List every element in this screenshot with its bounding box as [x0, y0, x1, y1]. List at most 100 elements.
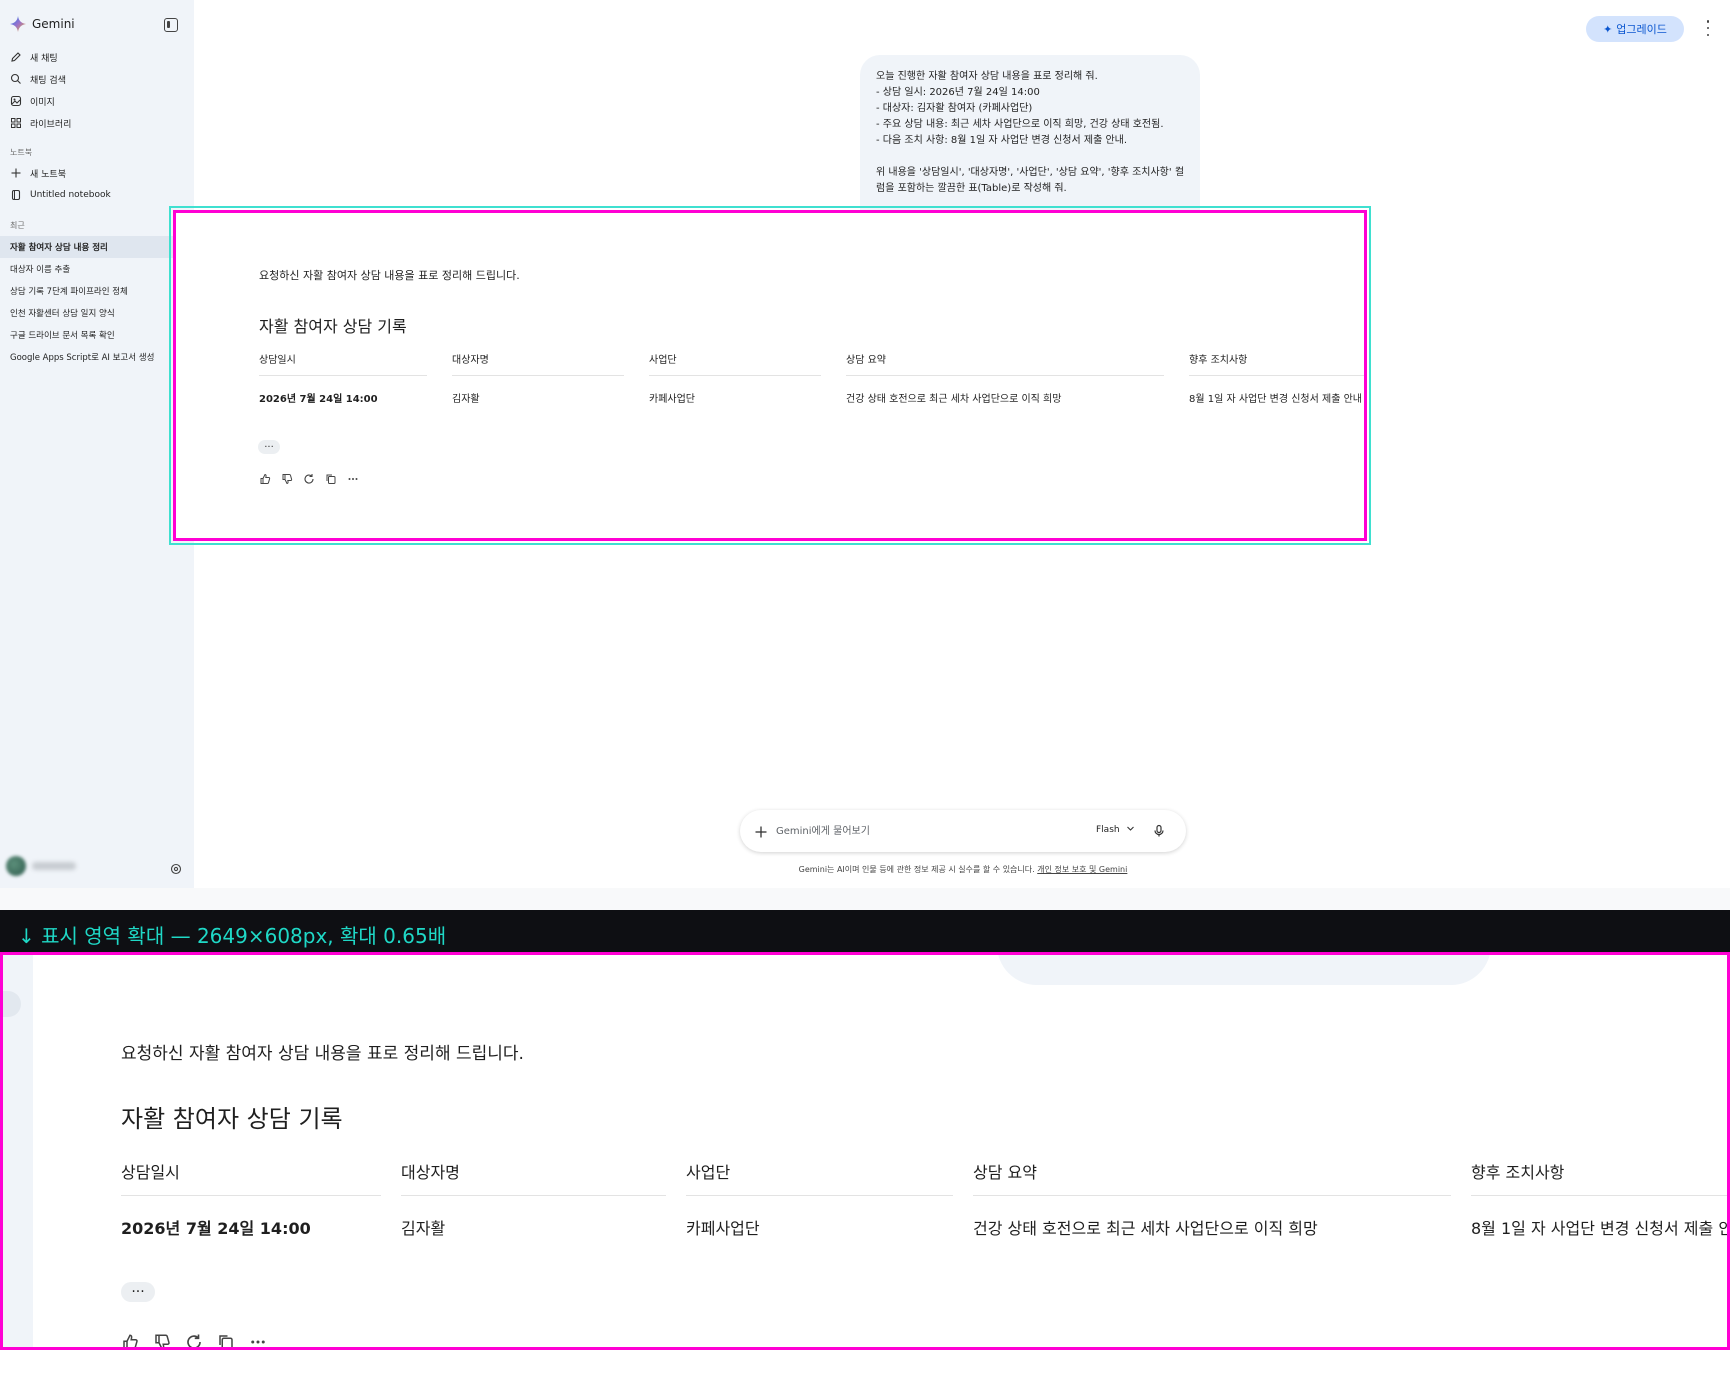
recent-chats: 자활 참여자 상담 내용 정리 대상자 이름 추출 상담 기록 7단계 파이프라…	[0, 236, 186, 368]
thumbs-up-icon[interactable]	[259, 473, 271, 485]
notebook-icon	[10, 189, 22, 201]
response-heading: 자활 참여자 상담 기록	[259, 317, 407, 336]
microphone-icon[interactable]	[1152, 823, 1166, 837]
zoom-table-more-button[interactable]: ···	[121, 1282, 155, 1302]
sidebar-toggle-icon[interactable]	[164, 18, 178, 32]
zoomed-detail-panel: 요청하신 자활 참여자 상담 내용을 표로 정리해 드립니다. 자활 참여자 상…	[0, 952, 1730, 1350]
regenerate-icon[interactable]	[303, 473, 315, 485]
account-area[interactable]	[6, 856, 76, 876]
nav-images[interactable]: 이미지	[10, 90, 186, 112]
copy-icon[interactable]	[325, 473, 337, 485]
recent-chat-item[interactable]: 자활 참여자 상담 내용 정리	[0, 236, 186, 258]
nav-label: Untitled notebook	[30, 190, 111, 200]
disclaimer-text: Gemini는 AI이며 인물 등에 관한 정보 제공 시 실수를 할 수 있습…	[798, 865, 1038, 874]
nav-new-chat[interactable]: 새 채팅	[10, 46, 186, 68]
nav-label: 새 채팅	[30, 53, 58, 64]
recent-section-label: 최근	[10, 221, 25, 230]
model-selector[interactable]: Flash	[1096, 824, 1135, 836]
zoom-table-header: 사업단	[686, 1163, 731, 1182]
sidebar: Gemini 새 채팅 채팅 검색 이미지 라이브러리 노트북 새 노트북 Un…	[0, 0, 194, 888]
table-divider	[1189, 375, 1364, 376]
nav-search-chats[interactable]: 채팅 검색	[10, 68, 186, 90]
recent-chat-item[interactable]: 인천 자활센터 상담 일지 양식	[0, 302, 186, 324]
thumbs-down-icon[interactable]	[153, 1333, 171, 1347]
zoom-table-divider	[686, 1195, 953, 1196]
table-cell: 2026년 7월 24일 14:00	[259, 394, 378, 405]
zoom-table-header: 대상자명	[401, 1163, 460, 1182]
table-divider	[259, 375, 427, 376]
notebook-section-label: 노트북	[10, 148, 33, 157]
zoom-table-divider	[1471, 1195, 1727, 1196]
thumbs-up-icon[interactable]	[121, 1333, 139, 1347]
page-bottom	[0, 1350, 1730, 1373]
table-divider	[452, 375, 624, 376]
more-horizontal-icon[interactable]	[249, 1333, 267, 1347]
zoom-table-cell: 건강 상태 호전으로 최근 세차 사업단으로 이직 희망	[973, 1219, 1318, 1238]
zoom-banner-label: ↓ 표시 영역 확대 — 2649×608px, 확대 0.65배	[18, 924, 447, 948]
brand[interactable]: Gemini	[10, 16, 75, 32]
search-icon	[10, 73, 22, 85]
table-header: 향후 조치사항	[1189, 355, 1248, 366]
avatar[interactable]	[6, 856, 26, 876]
zoom-user-bubble-edge	[997, 955, 1491, 985]
prompt-input[interactable]	[776, 820, 1076, 842]
nav-label: 이미지	[30, 97, 55, 108]
gemini-spark-icon	[10, 16, 26, 32]
zoom-table-cell: 8월 1일 자 사업단 변경 신청서 제출 안내	[1471, 1219, 1730, 1238]
table-header: 상담 요약	[846, 355, 886, 366]
zoom-response-actions	[121, 1333, 267, 1347]
zoom-table-header: 향후 조치사항	[1471, 1163, 1565, 1182]
table-cell: 김자활	[452, 394, 480, 405]
recent-chat-item[interactable]: 구글 드라이브 문서 목록 확인	[0, 324, 186, 346]
more-options-icon[interactable]	[1704, 20, 1712, 36]
model-response: 요청하신 자활 참여자 상담 내용을 표로 정리해 드립니다. 자활 참여자 상…	[173, 210, 1367, 541]
zoom-table-cell: 카페사업단	[686, 1219, 760, 1238]
zoom-table-header: 상담 요약	[973, 1163, 1037, 1182]
nav-library[interactable]: 라이브러리	[10, 112, 186, 134]
prompt-input-box: Flash	[740, 810, 1186, 852]
add-attachment-icon[interactable]	[754, 824, 768, 838]
zoom-table-cell: 김자활	[401, 1219, 446, 1238]
zoom-table-header: 상담일시	[121, 1163, 180, 1182]
library-icon	[10, 117, 22, 129]
zoom-table-divider	[401, 1195, 666, 1196]
table-cell: 카페사업단	[649, 394, 695, 405]
more-horizontal-icon[interactable]	[347, 473, 359, 485]
nav-untitled-notebook[interactable]: Untitled notebook	[10, 184, 186, 206]
nav-new-notebook[interactable]: 새 노트북	[10, 162, 186, 184]
zoom-sidebar-edge	[3, 955, 33, 1347]
regenerate-icon[interactable]	[185, 1333, 203, 1347]
nav-label: 채팅 검색	[30, 75, 66, 86]
brand-name: Gemini	[32, 17, 75, 31]
nav-label: 새 노트북	[30, 169, 66, 180]
nav-label: 라이브러리	[30, 119, 72, 130]
zoom-banner: ↓ 표시 영역 확대 — 2649×608px, 확대 0.65배	[0, 910, 1730, 952]
upgrade-label: 업그레이드	[1616, 23, 1667, 36]
zoom-table-divider	[121, 1195, 381, 1196]
recent-chat-item[interactable]: 대상자 이름 추출	[0, 258, 186, 280]
user-message-bubble: 오늘 진행한 자활 참여자 상담 내용을 표로 정리해 줘. - 상담 일시: …	[860, 55, 1200, 230]
table-more-button[interactable]: ···	[258, 440, 280, 454]
model-label: Flash	[1096, 825, 1120, 835]
response-intro: 요청하신 자활 참여자 상담 내용을 표로 정리해 드립니다.	[259, 269, 520, 282]
response-actions	[259, 473, 359, 485]
upgrade-button[interactable]: ✦ 업그레이드	[1586, 16, 1684, 42]
thumbs-down-icon[interactable]	[281, 473, 293, 485]
sparkle-icon: ✦	[1603, 22, 1613, 36]
settings-icon[interactable]	[170, 860, 182, 875]
zoom-table-divider	[973, 1195, 1451, 1196]
zoom-response-intro: 요청하신 자활 참여자 상담 내용을 표로 정리해 드립니다.	[121, 1044, 524, 1064]
recent-chat-item[interactable]: Google Apps Script로 AI 보고서 생성	[0, 346, 186, 368]
recent-chat-item[interactable]: 상담 기록 7단계 파이프라인 정체	[0, 280, 186, 302]
table-divider	[846, 375, 1164, 376]
table-cell: 8월 1일 자 사업단 변경 신청서 제출 안내	[1189, 394, 1362, 405]
app-window: Gemini 새 채팅 채팅 검색 이미지 라이브러리 노트북 새 노트북 Un…	[0, 0, 1730, 910]
plus-icon	[10, 167, 22, 179]
zoom-table-cell: 2026년 7월 24일 14:00	[121, 1219, 311, 1238]
table-cell: 건강 상태 호전으로 최근 세차 사업단으로 이직 희망	[846, 394, 1062, 405]
table-header: 사업단	[649, 355, 677, 366]
copy-icon[interactable]	[217, 1333, 235, 1347]
chevron-down-icon	[1126, 824, 1135, 836]
table-divider	[649, 375, 821, 376]
privacy-link[interactable]: 개인 정보 보호 및 Gemini	[1037, 865, 1127, 874]
